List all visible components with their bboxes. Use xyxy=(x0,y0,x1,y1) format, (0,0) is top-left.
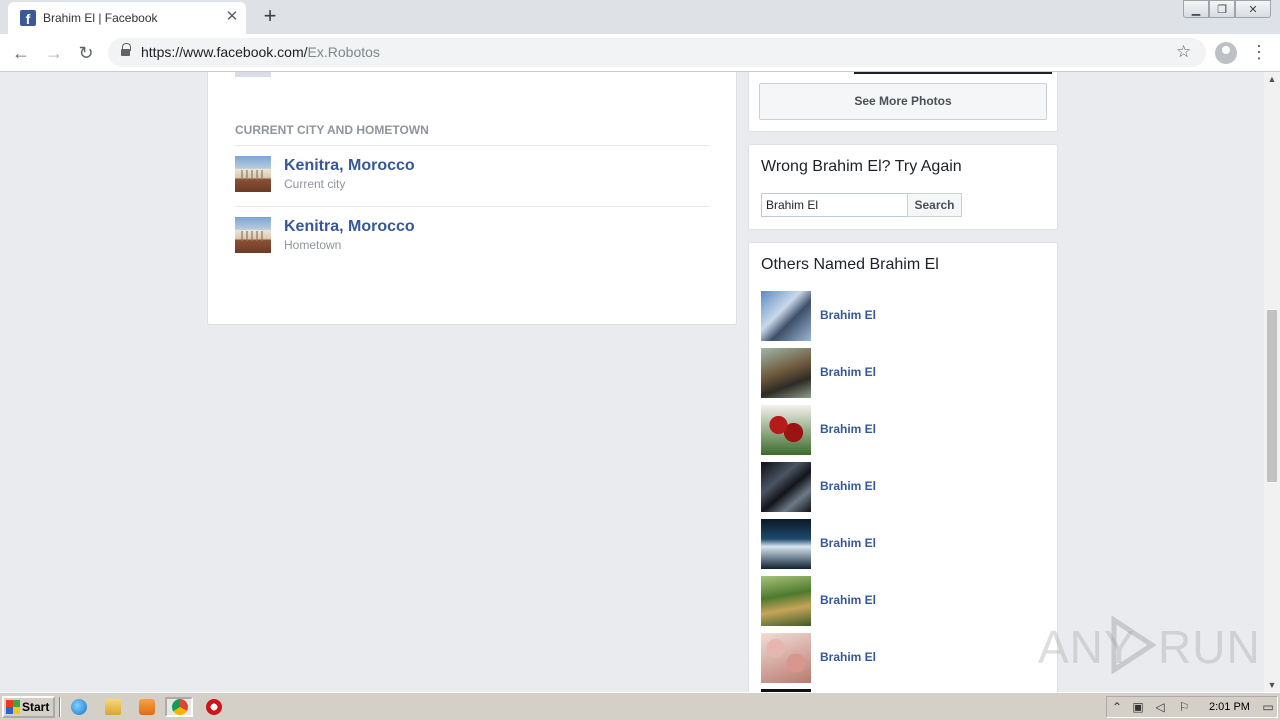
reload-icon[interactable]: ↻ xyxy=(74,41,98,65)
bookmark-star-icon[interactable]: ☆ xyxy=(1176,42,1191,62)
person-avatar[interactable] xyxy=(761,633,811,683)
tray-expand-icon[interactable]: ⌃ xyxy=(1110,700,1124,714)
person-name-link[interactable]: Brahim El xyxy=(820,365,876,379)
volume-icon[interactable]: ◁ xyxy=(1153,700,1167,714)
tab-title: Brahim El | Facebook xyxy=(43,11,158,25)
person-avatar[interactable] xyxy=(761,348,811,398)
person-name-link[interactable]: Brahim El xyxy=(820,422,876,436)
file-explorer-icon[interactable] xyxy=(99,697,127,717)
start-button[interactable]: Start xyxy=(2,696,55,718)
photo-grid-edge xyxy=(854,72,1052,74)
scroll-up-arrow-icon[interactable]: ▲ xyxy=(1264,72,1280,86)
network-icon[interactable]: ▣ xyxy=(1131,700,1145,714)
try-again-heading: Wrong Brahim El? Try Again xyxy=(761,158,962,175)
windows-taskbar: Start ⌃ ▣ ◁ ⚐ 2:01 PM ▭ xyxy=(0,692,1280,720)
media-player-icon[interactable] xyxy=(133,697,161,717)
city-link[interactable]: Kenitra, Morocco xyxy=(284,157,415,175)
person-name-link[interactable]: Brahim El xyxy=(820,650,876,664)
profile-avatar-icon[interactable] xyxy=(1215,42,1237,64)
person-result[interactable]: Brahim El xyxy=(761,519,1041,569)
search-button[interactable]: Search xyxy=(907,193,962,217)
city-photo-thumbnail[interactable] xyxy=(235,156,271,192)
person-result[interactable]: Brahim El xyxy=(761,633,1041,683)
windows-logo-icon xyxy=(6,700,20,714)
person-name-link[interactable]: Brahim El xyxy=(820,308,876,322)
start-label: Start xyxy=(22,700,50,714)
taskbar-clock[interactable]: 2:01 PM xyxy=(1209,701,1250,713)
url-host: https://www.facebook.com/ xyxy=(141,44,308,60)
back-arrow-icon[interactable]: ← xyxy=(9,41,33,65)
photos-card: See More Photos xyxy=(748,72,1058,132)
section-divider xyxy=(235,145,710,146)
person-avatar[interactable] xyxy=(761,462,811,512)
previous-item-thumbnail xyxy=(235,72,271,77)
page-scrollbar[interactable]: ▲ ▼ xyxy=(1264,72,1280,692)
page-viewport: CURRENT CITY AND HOMETOWN Kenitra, Moroc… xyxy=(0,72,1264,692)
browser-tab[interactable]: f Brahim El | Facebook ✕ xyxy=(8,2,246,34)
person-avatar[interactable] xyxy=(761,576,811,626)
system-tray: ⌃ ▣ ◁ ⚐ 2:01 PM ▭ xyxy=(1106,696,1278,718)
others-named-card: Others Named Brahim El Brahim El Brahim … xyxy=(748,242,1058,692)
browser-toolbar: ← → ↻ https://www.facebook.com/Ex.Roboto… xyxy=(0,34,1280,72)
opera-icon[interactable] xyxy=(200,697,228,717)
place-row-current-city: Kenitra, Morocco Current city xyxy=(235,156,710,196)
scroll-down-arrow-icon[interactable]: ▼ xyxy=(1264,678,1280,692)
address-bar[interactable]: https://www.facebook.com/Ex.Robotos ☆ xyxy=(108,38,1206,67)
search-input[interactable] xyxy=(761,193,908,217)
window-close-button[interactable]: ✕ xyxy=(1235,0,1271,18)
taskbar-separator xyxy=(59,697,61,717)
forward-arrow-icon[interactable]: → xyxy=(42,41,66,65)
person-result[interactable]: Brahim El xyxy=(761,462,1041,512)
lock-icon xyxy=(121,43,131,58)
url-text[interactable]: https://www.facebook.com/Ex.Robotos xyxy=(141,44,380,60)
internet-explorer-icon[interactable] xyxy=(65,697,93,717)
person-result[interactable]: Brahim El xyxy=(761,576,1041,626)
chrome-taskbar-icon[interactable] xyxy=(165,697,193,717)
person-name-link[interactable]: Brahim El xyxy=(820,536,876,550)
chrome-menu-icon[interactable]: ⋮ xyxy=(1250,42,1268,64)
person-result[interactable]: Brahim El xyxy=(761,405,1041,455)
play-logo-icon xyxy=(1111,616,1157,674)
tab-close-icon[interactable]: ✕ xyxy=(224,9,240,25)
window-restore-button[interactable]: ❐ xyxy=(1209,0,1235,18)
places-section-heading: CURRENT CITY AND HOMETOWN xyxy=(235,123,429,137)
person-result[interactable]: Brahim El xyxy=(761,291,1041,341)
city-type-label: Hometown xyxy=(284,238,342,252)
action-center-flag-icon[interactable]: ⚐ xyxy=(1177,700,1191,714)
new-tab-button[interactable]: + xyxy=(258,5,282,29)
city-photo-thumbnail[interactable] xyxy=(235,217,271,253)
city-link[interactable]: Kenitra, Morocco xyxy=(284,218,415,236)
row-divider xyxy=(235,206,710,207)
url-path: Ex.Robotos xyxy=(307,44,380,60)
person-avatar[interactable] xyxy=(761,519,811,569)
person-result[interactable]: Brahim El xyxy=(761,348,1041,398)
see-more-photos-button[interactable]: See More Photos xyxy=(759,83,1047,120)
about-places-card: CURRENT CITY AND HOMETOWN Kenitra, Moroc… xyxy=(207,72,737,325)
facebook-favicon-icon: f xyxy=(20,10,36,26)
window-minimize-button[interactable]: ▁ xyxy=(1183,0,1209,18)
city-type-label: Current city xyxy=(284,177,346,191)
show-desktop-icon[interactable]: ▭ xyxy=(1261,700,1275,714)
person-avatar[interactable] xyxy=(761,291,811,341)
person-name-link[interactable]: Brahim El xyxy=(820,479,876,493)
person-avatar[interactable] xyxy=(761,405,811,455)
place-row-hometown: Kenitra, Morocco Hometown xyxy=(235,217,710,257)
anyrun-watermark: ANY RUN xyxy=(1038,612,1260,676)
scrollbar-thumb[interactable] xyxy=(1267,310,1277,482)
watermark-right-text: RUN xyxy=(1158,621,1261,673)
others-heading: Others Named Brahim El xyxy=(761,256,939,273)
person-name-link[interactable]: Brahim El xyxy=(820,593,876,607)
try-again-card: Wrong Brahim El? Try Again Search xyxy=(748,144,1058,230)
tab-strip: f Brahim El | Facebook ✕ + ▁ ❐ ✕ xyxy=(0,0,1280,34)
